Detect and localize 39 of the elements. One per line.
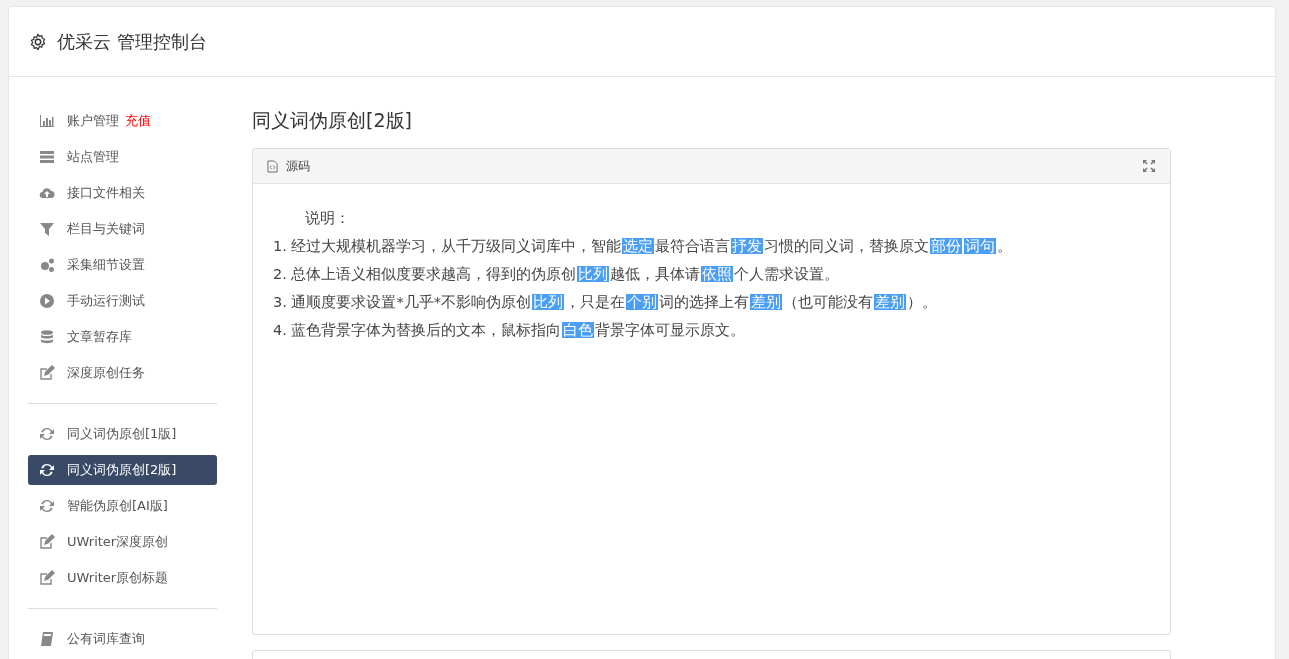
sidebar-item[interactable]: 深度原创任务 xyxy=(28,358,217,388)
code-file-icon xyxy=(267,159,278,173)
page-title: 同义词伪原创[2版] xyxy=(252,108,413,133)
bar-chart-icon xyxy=(39,113,55,129)
server-icon xyxy=(39,149,55,165)
sidebar-item[interactable]: 接口文件相关 xyxy=(28,178,217,208)
sidebar-item[interactable]: 文章暂存库 xyxy=(28,322,217,352)
settings-icon xyxy=(29,32,47,51)
source-button[interactable]: 源码 xyxy=(267,157,310,175)
instructions-heading: 说明： xyxy=(305,209,351,228)
edit-icon xyxy=(39,365,55,381)
instruction-line: 3. 通顺度要求设置*几乎*不影响伪原创 比列，只是在个别 词的选择上有差别（也可能没有差别）。 xyxy=(273,293,938,312)
sidebar-item[interactable]: 栏目与关键词 xyxy=(28,214,217,244)
sidebar-item[interactable]: 账户管理 充值 xyxy=(28,106,217,136)
sidebar-item[interactable]: 采集细节设置 xyxy=(28,250,217,280)
filter-icon xyxy=(39,221,55,237)
sidebar-item[interactable]: 同义词伪原创[1版] xyxy=(28,419,217,449)
sidebar-item[interactable]: 公有词库查询 xyxy=(28,624,217,654)
sidebar-item[interactable]: 手动运行测试 xyxy=(28,286,217,316)
instruction-line: 1. 经过大规模机器学习，从千万级同义词库中，智能选定 最符合语言抒发 习惯的同义词，替换原文 部份 词句。 xyxy=(273,237,1014,256)
instruction-line: 2. 总体上语义相似度要求越高，得到的伪原创 比列 越低，具体请依照 个人需求设置。 xyxy=(273,265,841,284)
sidebar-item[interactable]: 智能伪原创[AI版] xyxy=(28,491,217,521)
database-icon xyxy=(39,329,55,345)
instruction-line: 4. 蓝色背景字体为替换后的文本，鼠标指向 白色背景字体可显示原文。 xyxy=(273,321,747,340)
sidebar-item[interactable]: 站点管理 xyxy=(28,142,217,172)
refresh-icon xyxy=(39,426,55,442)
sidebar-item[interactable]: 同义词伪原创[2版] xyxy=(28,455,217,485)
fullscreen-icon[interactable] xyxy=(1142,159,1156,173)
play-icon xyxy=(39,293,55,309)
refresh-icon xyxy=(39,498,55,514)
edit-icon xyxy=(39,534,55,550)
cloud-upload-icon xyxy=(39,185,55,201)
book-icon xyxy=(39,631,55,647)
recharge-link[interactable]: 充值 xyxy=(125,112,151,130)
sidebar-item[interactable]: UWriter原创标题 xyxy=(28,563,217,593)
console-title: 优采云 管理控制台 xyxy=(57,29,207,54)
refresh-icon xyxy=(39,462,55,478)
edit-icon xyxy=(39,570,55,586)
sidebar-item[interactable]: UWriter深度原创 xyxy=(28,527,217,557)
